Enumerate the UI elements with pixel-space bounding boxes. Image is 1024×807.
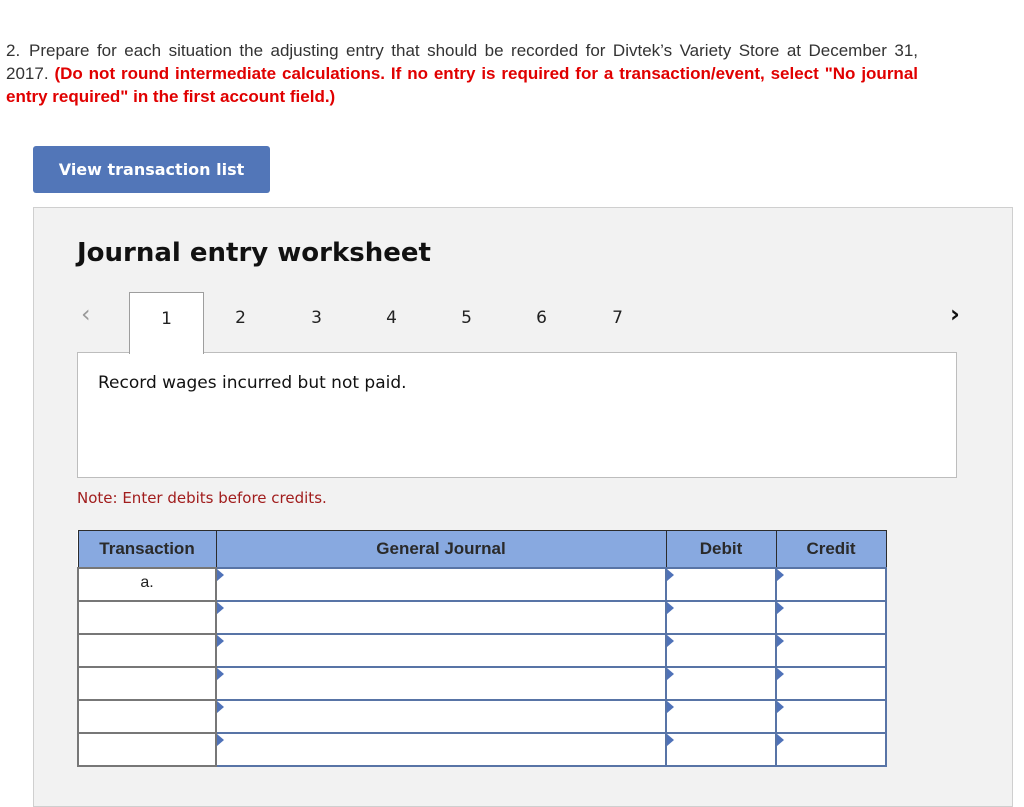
debit-input[interactable] (667, 668, 775, 699)
dropdown-flag-icon (667, 734, 674, 746)
account-input[interactable] (217, 701, 665, 732)
account-input[interactable] (217, 602, 665, 633)
account-cell[interactable] (215, 732, 667, 767)
question-number: 2. (6, 41, 21, 60)
dropdown-flag-icon (777, 635, 784, 647)
dropdown-flag-icon (217, 734, 224, 746)
dropdown-flag-icon (217, 635, 224, 647)
header-transaction: Transaction (77, 530, 217, 569)
table-row (77, 732, 887, 767)
debit-input[interactable] (667, 734, 775, 765)
dropdown-flag-icon (667, 602, 674, 614)
account-input[interactable] (217, 668, 665, 699)
tab-1[interactable]: 1 (129, 292, 204, 354)
credit-cell[interactable] (775, 699, 887, 734)
credit-input[interactable] (777, 569, 885, 600)
note-text: Note: Enter debits before credits. (77, 489, 327, 507)
credit-input[interactable] (777, 734, 885, 765)
journal-entry-worksheet-panel: Journal entry worksheet ‹ › 1 2 3 4 5 6 … (33, 207, 1013, 807)
account-input[interactable] (217, 635, 665, 666)
tab-2[interactable]: 2 (203, 292, 278, 352)
tab-4[interactable]: 4 (354, 292, 429, 352)
chevron-left-icon[interactable]: ‹ (81, 300, 91, 328)
transaction-description: Record wages incurred but not paid. (98, 373, 407, 393)
table-row (77, 666, 887, 701)
dropdown-flag-icon (217, 701, 224, 713)
transaction-cell (77, 666, 217, 701)
table-row (77, 699, 887, 734)
account-input[interactable] (217, 734, 665, 765)
credit-input[interactable] (777, 635, 885, 666)
credit-input[interactable] (777, 701, 885, 732)
view-transaction-list-button[interactable]: View transaction list (33, 146, 270, 193)
chevron-right-icon[interactable]: › (950, 300, 960, 328)
dropdown-flag-icon (777, 602, 784, 614)
credit-cell[interactable] (775, 600, 887, 635)
dropdown-flag-icon (667, 569, 674, 581)
debit-input[interactable] (667, 635, 775, 666)
transaction-cell (77, 600, 217, 635)
transaction-description-box: Record wages incurred but not paid. (77, 352, 957, 478)
credit-cell[interactable] (775, 666, 887, 701)
dropdown-flag-icon (217, 569, 224, 581)
transaction-cell (77, 699, 217, 734)
transaction-cell (77, 732, 217, 767)
debit-cell[interactable] (665, 699, 777, 734)
table-row (77, 633, 887, 668)
credit-cell[interactable] (775, 732, 887, 767)
question-instructions: (Do not round intermediate calculations.… (6, 64, 918, 106)
tab-3[interactable]: 3 (279, 292, 354, 352)
dropdown-flag-icon (667, 668, 674, 680)
debit-cell[interactable] (665, 600, 777, 635)
debit-input[interactable] (667, 602, 775, 633)
debit-cell[interactable] (665, 666, 777, 701)
dropdown-flag-icon (667, 701, 674, 713)
dropdown-flag-icon (667, 635, 674, 647)
dropdown-flag-icon (777, 569, 784, 581)
account-input[interactable] (217, 569, 665, 600)
dropdown-flag-icon (777, 701, 784, 713)
account-cell[interactable] (215, 633, 667, 668)
dropdown-flag-icon (217, 668, 224, 680)
credit-cell[interactable] (775, 633, 887, 668)
transaction-cell (77, 633, 217, 668)
debit-cell[interactable] (665, 633, 777, 668)
credit-input[interactable] (777, 668, 885, 699)
debit-cell[interactable] (665, 567, 777, 602)
table-header-row: Transaction General Journal Debit Credit (77, 530, 887, 569)
credit-cell[interactable] (775, 567, 887, 602)
header-credit: Credit (775, 530, 887, 569)
debit-input[interactable] (667, 569, 775, 600)
dropdown-flag-icon (777, 734, 784, 746)
debit-cell[interactable] (665, 732, 777, 767)
worksheet-title: Journal entry worksheet (77, 238, 431, 268)
table-row (77, 600, 887, 635)
question-text: 2. Prepare for each situation the adjusti… (6, 39, 918, 108)
dropdown-flag-icon (777, 668, 784, 680)
credit-input[interactable] (777, 602, 885, 633)
table-row: a. (77, 567, 887, 602)
dropdown-flag-icon (217, 602, 224, 614)
header-debit: Debit (665, 530, 777, 569)
header-general-journal: General Journal (215, 530, 667, 569)
journal-table: Transaction General Journal Debit Credit… (77, 530, 887, 767)
tab-6[interactable]: 6 (504, 292, 579, 352)
tab-7[interactable]: 7 (580, 292, 655, 352)
account-cell[interactable] (215, 600, 667, 635)
transaction-cell: a. (77, 567, 217, 602)
account-cell[interactable] (215, 699, 667, 734)
tab-5[interactable]: 5 (429, 292, 504, 352)
debit-input[interactable] (667, 701, 775, 732)
account-cell[interactable] (215, 666, 667, 701)
account-cell[interactable] (215, 567, 667, 602)
